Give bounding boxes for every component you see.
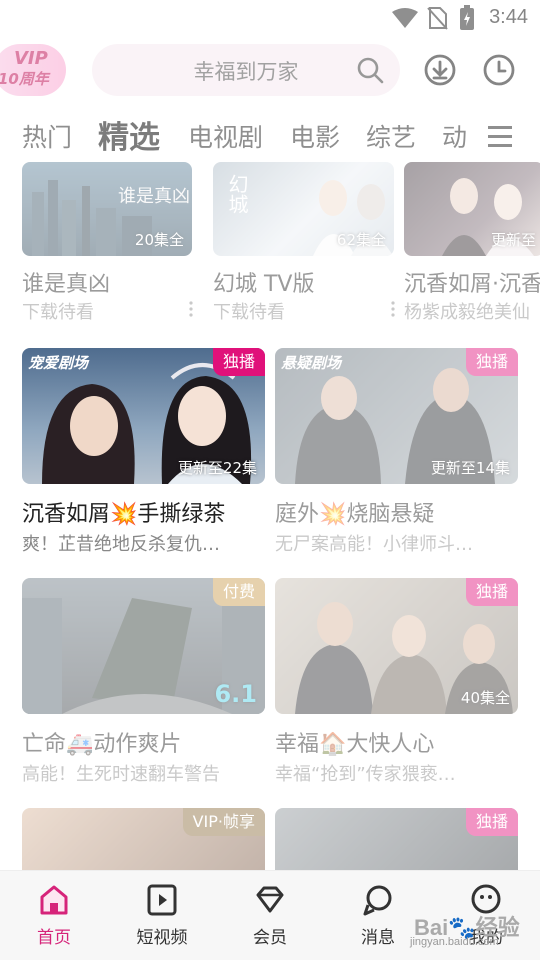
search-icon[interactable] [356, 56, 384, 84]
video-title: 庭外💥烧脑悬疑 [275, 502, 435, 527]
tab-hot[interactable]: 热门 [22, 118, 72, 154]
video-title: 谁是真凶 [22, 272, 111, 297]
video-thumbnail: 谁是真凶 20集全 [22, 162, 192, 256]
no-sim-icon [427, 7, 448, 30]
video-title: 沉香如屑💥手撕绿茶 [22, 502, 226, 527]
nav-home[interactable]: 首页 [0, 871, 108, 960]
home-icon [40, 885, 68, 915]
exclusive-badge: 独播 [212, 348, 265, 376]
episode-count: 更新至 [490, 231, 536, 249]
video-subtitle: 无尸案高能！小律师斗… [275, 534, 473, 555]
video-thumbnail: 悬疑剧场 独播 更新至14集 [275, 348, 518, 484]
category-tabs: 热门 精选 电视剧 电影 综艺 动 [0, 112, 540, 162]
vip-badge-line2: 10周年 [0, 70, 49, 88]
menu-icon[interactable] [486, 124, 514, 150]
search-text: 幸福到万家 [193, 60, 299, 84]
video-thumbnail: 付费 6.1 [22, 578, 265, 714]
video-card[interactable]: 独播 [275, 808, 518, 870]
nav-vip-label: 会员 [253, 928, 287, 948]
status-bar: 3:44 [0, 0, 540, 36]
video-card[interactable]: 悬疑剧场 独播 更新至14集 庭外💥烧脑悬疑 无尸案高能！小律师斗… [275, 348, 518, 556]
video-subtitle: 下载待看 [213, 302, 285, 323]
more-options-icon[interactable] [391, 300, 395, 318]
episode-count: 62集全 [336, 231, 386, 249]
video-thumbnail: 幻城 62集全 [213, 162, 394, 256]
vip-badge: VIP·帧享 [182, 808, 265, 836]
video-subtitle: 杨紫成毅绝美仙 [404, 302, 530, 323]
tab-tv-series[interactable]: 电视剧 [188, 118, 263, 154]
search-bar[interactable]: 幸福到万家 [92, 44, 400, 96]
video-thumbnail: VIP·帧享 [22, 808, 265, 870]
paid-badge: 付费 [212, 578, 265, 606]
video-title: 亡命🚑动作爽片 [22, 732, 182, 757]
episode-count: 更新至22集 [177, 459, 257, 477]
tab-variety[interactable]: 综艺 [366, 118, 416, 154]
nav-short-video[interactable]: 短视频 [108, 871, 216, 960]
history-icon[interactable] [483, 54, 515, 86]
thumbnail-title-text: 悬疑剧场 [281, 354, 342, 372]
video-card[interactable]: 更新至 沉香如屑·沉香 杨紫成毅绝美仙 [404, 162, 540, 323]
tab-anime[interactable]: 动 [442, 118, 467, 154]
video-card[interactable]: 幻城 62集全 幻城 TV版 下载待看 [213, 162, 395, 323]
video-subtitle: 幸福“抢到”传家猥亵… [275, 764, 456, 785]
watermark-url: jingyan.baidu.com [410, 936, 499, 948]
video-thumbnail: 更新至 [404, 162, 540, 256]
video-title: 幸福🏠大快人心 [275, 732, 435, 757]
exclusive-badge: 独播 [465, 808, 518, 836]
release-date: 6.1 [214, 680, 257, 708]
tab-featured[interactable]: 精选 [98, 112, 160, 157]
video-subtitle: 高能！生死时速翻车警告 [22, 764, 220, 785]
baidu-jingyan-watermark: Bai🐾经验 jingyan.baidu.com [402, 900, 532, 950]
wifi-icon [392, 8, 418, 28]
video-title: 幻城 TV版 [213, 272, 315, 297]
vip-anniversary-badge[interactable]: VIP 10周年 [0, 44, 66, 96]
video-card[interactable]: 付费 6.1 亡命🚑动作爽片 高能！生死时速翻车警告 [22, 578, 265, 786]
message-icon [363, 885, 392, 916]
short-video-icon [147, 884, 177, 916]
exclusive-badge: 独播 [465, 348, 518, 376]
video-thumbnail: 独播 [275, 808, 518, 870]
nav-home-label: 首页 [37, 928, 71, 948]
video-subtitle: 爽！芷昔绝地反杀复仇… [22, 534, 220, 555]
video-card[interactable]: VIP·帧享 [22, 808, 265, 870]
video-card[interactable]: 谁是真凶 20集全 谁是真凶 下载待看 [22, 162, 193, 323]
vip-badge-line1: VIP [14, 48, 48, 69]
thumbnail-title-text: 谁是真凶 [118, 186, 190, 207]
tab-movies[interactable]: 电影 [290, 118, 340, 154]
download-icon[interactable] [424, 54, 456, 86]
video-thumbnail: 宠爱剧场 独播 更新至22集 [22, 348, 265, 484]
status-time: 3:44 [489, 6, 528, 28]
video-thumbnail: 独播 40集全 [275, 578, 518, 714]
exclusive-badge: 独播 [465, 578, 518, 606]
episode-count: 更新至14集 [430, 459, 510, 477]
nav-vip[interactable]: 会员 [216, 871, 324, 960]
episode-count: 40集全 [460, 689, 510, 707]
diamond-icon [256, 886, 284, 913]
nav-short-video-label: 短视频 [136, 928, 188, 948]
video-title: 沉香如屑·沉香 [404, 272, 540, 297]
battery-charging-icon [460, 5, 474, 30]
video-card-highlighted[interactable]: 宠爱剧场 独播 更新至22集 沉香如屑💥手撕绿茶 爽！芷昔绝地反杀复仇… [22, 348, 265, 556]
episode-count: 20集全 [134, 231, 184, 249]
thumbnail-title-text: 宠爱剧场 [28, 354, 89, 372]
video-subtitle: 下载待看 [22, 302, 94, 323]
thumbnail-title-text: 幻城 [225, 174, 249, 214]
video-card[interactable]: 独播 40集全 幸福🏠大快人心 幸福“抢到”传家猥亵… [275, 578, 518, 786]
more-options-icon[interactable] [189, 300, 193, 318]
